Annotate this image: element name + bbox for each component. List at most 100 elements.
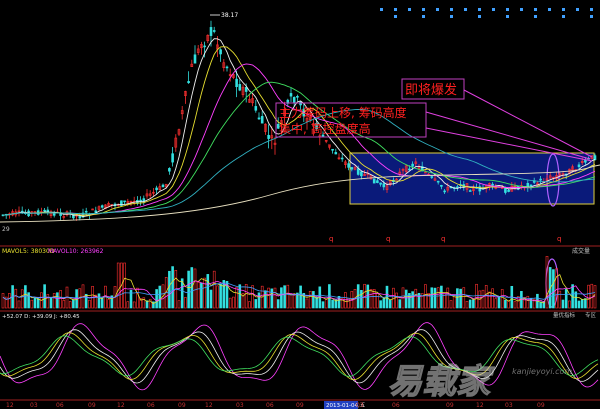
volume-bar xyxy=(388,299,392,309)
signal-dot xyxy=(506,15,509,18)
volume-bar xyxy=(344,292,347,309)
volume-bar xyxy=(411,291,414,309)
axis-tick-label: 06 xyxy=(147,402,155,409)
volume-bar xyxy=(590,283,594,309)
volume-bar xyxy=(116,262,120,309)
volume-bar xyxy=(68,301,72,309)
volume-bar xyxy=(504,299,507,309)
time-axis: 12 03 06 09 12 06 09 12 03 06 09 2013-01-04,五03 06 09… xyxy=(6,401,545,409)
volume-bar xyxy=(36,298,40,309)
volume-bar xyxy=(321,301,325,309)
candle-body xyxy=(257,117,261,120)
volume-bar xyxy=(97,293,101,309)
candle-body xyxy=(244,87,248,92)
signal-dot xyxy=(394,15,397,18)
axis-tick-label: 12 xyxy=(205,402,213,409)
candle-body xyxy=(491,183,494,186)
volume-bar xyxy=(577,300,581,309)
volume-bar xyxy=(481,289,485,309)
signal-dot xyxy=(422,15,425,18)
candle-body xyxy=(139,199,142,202)
volume-bar xyxy=(200,282,203,309)
volume-bar xyxy=(132,301,136,309)
candle-body xyxy=(260,116,264,124)
axis-tick-label: 06 xyxy=(56,402,64,409)
volume-bar xyxy=(507,300,510,309)
candle-body xyxy=(382,183,386,188)
volume-bar xyxy=(203,277,206,309)
candle-body xyxy=(212,30,216,32)
volume-bar xyxy=(219,283,222,309)
candle-body xyxy=(296,95,299,98)
volume-bar xyxy=(440,285,443,309)
chart-canvas[interactable]: 主力筹码上移, 筹码高度 集中, 高控盘度高 即将爆发 38.17 29 q q… xyxy=(0,0,600,409)
volume-bar xyxy=(433,287,437,309)
axis-tick-label: 09 xyxy=(296,402,304,409)
signal-dot xyxy=(534,8,537,11)
volume-bar xyxy=(168,270,171,309)
volume-bar xyxy=(494,298,498,309)
volume-bar xyxy=(216,285,219,309)
candle-body xyxy=(254,106,258,111)
volume-bar xyxy=(267,287,270,309)
candle-body xyxy=(235,78,238,88)
signal-dot xyxy=(450,15,453,18)
signal-dot xyxy=(576,8,579,11)
candle-body xyxy=(507,189,510,192)
volume-panel-title: 成交量 xyxy=(572,247,590,255)
signal-dot xyxy=(590,15,593,18)
kdj-panel-tab[interactable]: 专区 xyxy=(585,311,597,319)
volume-bar xyxy=(516,296,520,309)
signal-dot xyxy=(436,8,439,11)
candle-body xyxy=(440,184,443,187)
candle-body xyxy=(379,182,382,185)
axis-tick-label: 09 xyxy=(537,402,545,409)
volume-bar xyxy=(382,298,386,309)
volume-bar xyxy=(488,291,491,309)
volume-bar xyxy=(324,299,328,309)
signal-dot xyxy=(590,8,593,11)
volume-bar xyxy=(254,299,258,309)
volume-bar xyxy=(491,288,494,309)
axis-tick-label: 03 xyxy=(236,402,244,409)
candle-body xyxy=(187,81,190,84)
volume-bar xyxy=(276,299,280,309)
volume-bar xyxy=(123,262,126,309)
axis-tick-label: 03 xyxy=(505,402,513,409)
volume-bar xyxy=(568,300,571,309)
watermark-subtext: kanjieyoyi.com xyxy=(512,367,572,376)
volume-bar xyxy=(292,295,296,309)
stock-chart-screen: 主力筹码上移, 筹码高度 集中, 高控盘度高 即将爆发 38.17 29 q q… xyxy=(0,0,600,409)
axis-tick-label: 09 xyxy=(88,402,96,409)
candle-body xyxy=(203,45,206,48)
volume-bar xyxy=(62,300,66,309)
volume-bar xyxy=(43,284,46,309)
chips-annotation-line1: 主力筹码上移, 筹码高度 xyxy=(279,105,407,120)
signal-dot xyxy=(492,8,495,11)
volume-bar xyxy=(561,299,565,309)
signal-dot xyxy=(562,8,565,11)
volume-bar xyxy=(452,295,456,309)
volume-bar xyxy=(264,290,267,309)
volume-bar xyxy=(136,287,139,309)
volume-bar xyxy=(552,269,555,309)
axis-tick-label: 12 xyxy=(6,402,14,409)
volume-bar xyxy=(196,282,200,309)
volume-bar xyxy=(72,299,75,309)
candle-body xyxy=(193,54,197,64)
pointer-line-1 xyxy=(463,89,593,158)
volume-bar xyxy=(251,285,254,309)
axis-tick-label: 12 xyxy=(476,402,484,409)
volume-bar xyxy=(238,284,242,309)
peak-price-label: 38.17 xyxy=(221,12,238,19)
volume-bar xyxy=(337,296,341,309)
signal-dot xyxy=(394,8,397,11)
volume-bar xyxy=(465,301,469,309)
kdj-values-label: +52.07 D: +39.09 J: +80.45 xyxy=(2,314,80,320)
candle-body xyxy=(43,209,46,212)
volume-bar xyxy=(184,297,187,309)
axis-tick-label: 09 xyxy=(178,402,186,409)
volume-bar xyxy=(436,287,440,309)
candle-body xyxy=(334,152,338,155)
axis-tick-label: 06 xyxy=(266,402,274,409)
